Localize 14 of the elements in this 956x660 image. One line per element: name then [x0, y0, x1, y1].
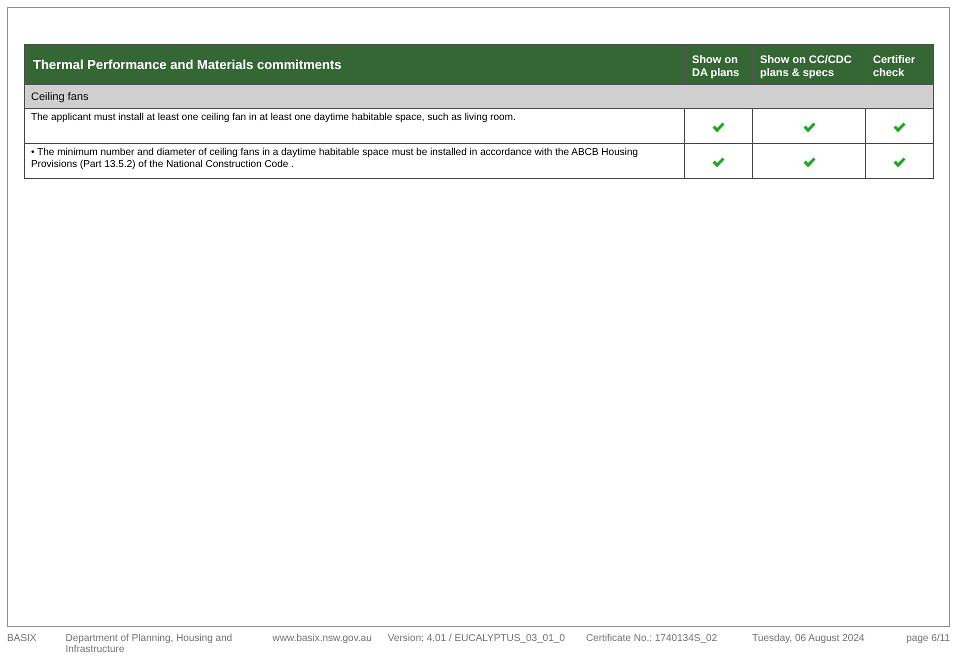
- column-header: Certifier check: [866, 44, 934, 84]
- footer-text: Tuesday, 06 August 2024: [752, 633, 864, 646]
- section-header: Ceiling fans: [24, 84, 934, 108]
- footer-text: www.basix.nsw.gov.au: [272, 633, 372, 646]
- footer-text: Certificate No.: 1740134S_02: [586, 633, 718, 646]
- footer-text: page 6/11: [906, 633, 950, 646]
- column-header: Show on CC/CDC plans & specs: [752, 44, 866, 84]
- column-header: Show on DA plans: [684, 44, 752, 84]
- column-header: Thermal Performance and Materials commitments: [24, 44, 684, 84]
- footer-text: Department of Planning, Housing and Infrastructure: [65, 633, 234, 655]
- table-cell: The applicant must install at least one ceiling fan in at least one daytime habitable space, such as living room.: [24, 108, 684, 144]
- table-cell: • The minimum number and diameter of ceiling fans in a daytime habitable space must be installed in accordance with the ABCB Housing Provisions (Part 13.5.2) of the National Construction Code .: [24, 144, 684, 178]
- footer-text: Version: 4.01 / EUCALYPTUS_03_01_0: [388, 633, 565, 646]
- footer-text: BASIX: [7, 633, 36, 646]
